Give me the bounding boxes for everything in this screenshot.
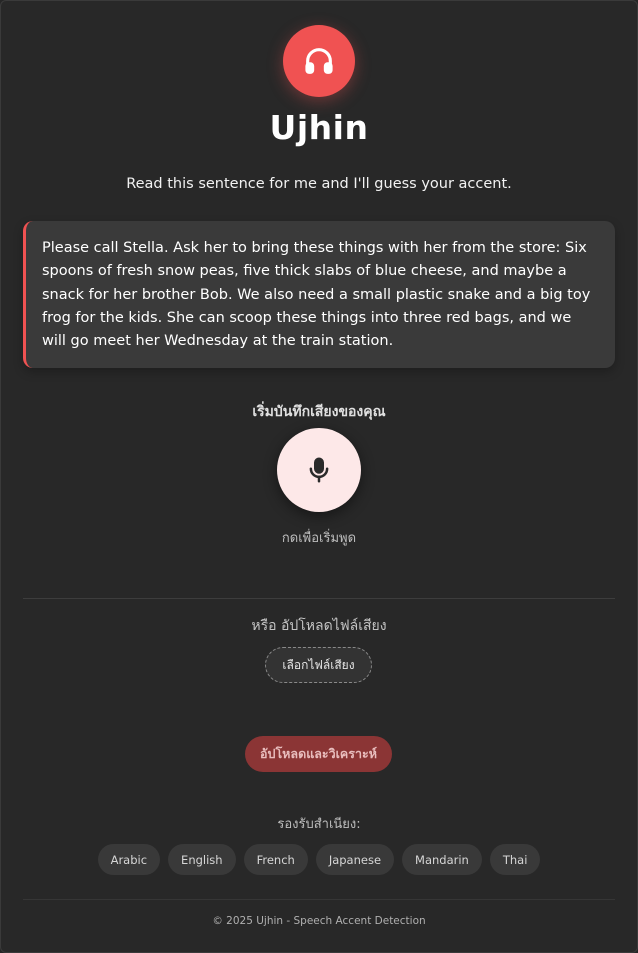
accent-chip-french: French bbox=[243, 844, 308, 875]
footer-divider bbox=[23, 899, 615, 900]
sentence-card: Please call Stella. Ask her to bring the… bbox=[23, 221, 615, 368]
accent-chip-arabic: Arabic bbox=[97, 844, 161, 875]
app-title: Ujhin bbox=[269, 108, 369, 147]
record-button[interactable] bbox=[277, 428, 361, 512]
headphones-icon bbox=[305, 48, 333, 74]
section-divider bbox=[23, 598, 615, 599]
accent-chip-mandarin: Mandarin bbox=[402, 844, 482, 875]
choose-file-button[interactable]: เลือกไฟล์เสียง bbox=[265, 647, 372, 683]
supported-accents-title: รองรับสำเนียง: bbox=[277, 817, 361, 832]
microphone-icon bbox=[309, 457, 329, 483]
accent-chip-list: Arabic English French Japanese Mandarin … bbox=[0, 844, 638, 875]
record-hint: กดเพื่อเริ่มพูด bbox=[281, 531, 357, 546]
app-subtitle: Read this sentence for me and I'll guess… bbox=[126, 176, 512, 192]
reading-sentence: Please call Stella. Ask her to bring the… bbox=[42, 240, 591, 350]
accent-chip-english: English bbox=[168, 844, 236, 875]
recording-title: เริ่มบันทึกเสียงของคุณ bbox=[252, 404, 386, 420]
accent-chip-thai: Thai bbox=[489, 844, 541, 875]
footer-text: © 2025 Ujhin - Speech Accent Detection bbox=[212, 915, 426, 927]
upload-analyze-button[interactable]: อัปโหลดและวิเคราะห์ bbox=[245, 736, 392, 772]
accent-chip-japanese: Japanese bbox=[315, 844, 395, 875]
upload-title: หรือ อัปโหลดไฟล์เสียง bbox=[251, 618, 387, 634]
logo-badge bbox=[283, 25, 355, 97]
